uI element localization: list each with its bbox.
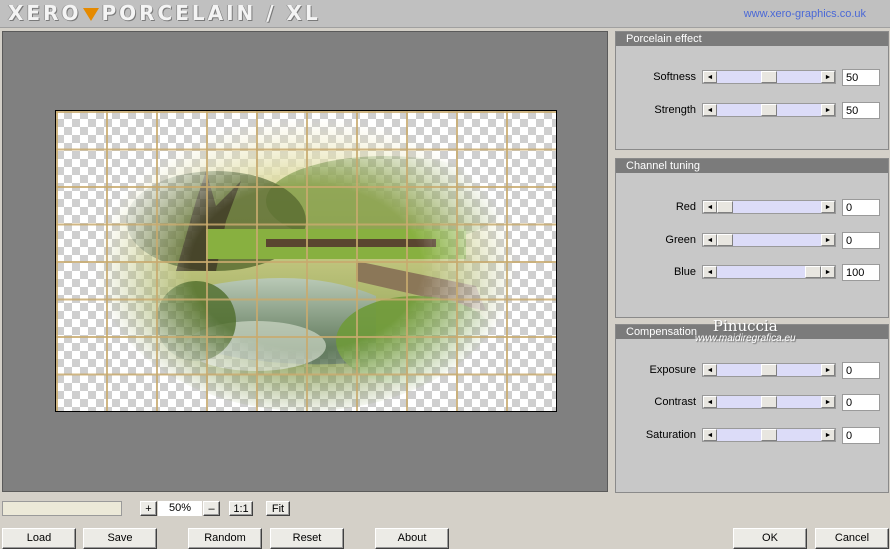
param-label: Green — [665, 234, 696, 246]
saturation-slider[interactable]: ◄ ► — [702, 428, 836, 442]
exposure-value-input[interactable] — [842, 362, 880, 379]
slider-thumb[interactable] — [761, 71, 777, 83]
param-row-red: Red ◄ ► — [616, 199, 888, 216]
exposure-slider[interactable]: ◄ ► — [702, 363, 836, 377]
param-row-blue: Blue ◄ ► — [616, 264, 888, 281]
panel-porcelain-effect: Porcelain effect Softness ◄ ► Strength ◄… — [615, 31, 889, 150]
progress-bar — [2, 501, 122, 516]
panel-title: Compensation — [616, 325, 888, 339]
preview-area[interactable] — [2, 31, 608, 492]
site-url-link[interactable]: www.xero-graphics.co.uk — [744, 8, 866, 20]
param-label: Saturation — [645, 429, 696, 441]
param-row-green: Green ◄ ► — [616, 232, 888, 249]
contrast-value-input[interactable] — [842, 394, 880, 411]
save-button[interactable]: Save — [83, 528, 157, 549]
cancel-button[interactable]: Cancel — [815, 528, 889, 549]
slider-thumb[interactable] — [717, 201, 733, 213]
panel-channel-tuning: Channel tuning Red ◄ ► Green ◄ ► Blue ◄ … — [615, 158, 889, 318]
param-label: Blue — [673, 266, 696, 278]
logo-triangle-icon — [83, 8, 100, 21]
zoom-actual-size-button[interactable]: 1:1 — [229, 501, 253, 516]
slider-right-arrow-icon[interactable]: ► — [821, 364, 835, 376]
slider-right-arrow-icon[interactable]: ► — [821, 71, 835, 83]
logo-text-left: XERO — [8, 1, 82, 25]
strength-slider[interactable]: ◄ ► — [702, 103, 836, 117]
param-label: Softness — [653, 71, 696, 83]
ok-button[interactable]: OK — [733, 528, 807, 549]
slider-left-arrow-icon[interactable]: ◄ — [703, 201, 717, 213]
reset-button[interactable]: Reset — [270, 528, 344, 549]
title-bar: XERO PORCELAIN / XL www.xero-graphics.co.… — [0, 0, 890, 28]
strength-value-input[interactable] — [842, 102, 880, 119]
param-label: Contrast — [654, 396, 696, 408]
param-row-contrast: Contrast ◄ ► — [616, 394, 888, 411]
random-button[interactable]: Random — [188, 528, 262, 549]
zoom-fit-button[interactable]: Fit — [266, 501, 290, 516]
panel-compensation: Compensation Exposure ◄ ► Contrast ◄ ► S… — [615, 324, 889, 493]
panel-title: Porcelain effect — [616, 32, 888, 46]
slider-right-arrow-icon[interactable]: ► — [821, 429, 835, 441]
zoom-in-button[interactable]: + — [140, 501, 157, 516]
slider-left-arrow-icon[interactable]: ◄ — [703, 104, 717, 116]
zoom-out-button[interactable]: – — [203, 501, 220, 516]
slider-right-arrow-icon[interactable]: ► — [821, 104, 835, 116]
param-label: Exposure — [649, 364, 696, 376]
red-value-input[interactable] — [842, 199, 880, 216]
slider-left-arrow-icon[interactable]: ◄ — [703, 364, 717, 376]
green-value-input[interactable] — [842, 232, 880, 249]
slider-left-arrow-icon[interactable]: ◄ — [703, 429, 717, 441]
slider-thumb[interactable] — [717, 234, 733, 246]
slider-thumb[interactable] — [761, 364, 777, 376]
softness-slider[interactable]: ◄ ► — [702, 70, 836, 84]
slider-right-arrow-icon[interactable]: ► — [821, 201, 835, 213]
blue-slider[interactable]: ◄ ► — [702, 265, 836, 279]
about-button[interactable]: About — [375, 528, 449, 549]
load-button[interactable]: Load — [2, 528, 76, 549]
slider-left-arrow-icon[interactable]: ◄ — [703, 71, 717, 83]
slider-thumb[interactable] — [761, 396, 777, 408]
blue-value-input[interactable] — [842, 264, 880, 281]
param-row-saturation: Saturation ◄ ► — [616, 427, 888, 444]
slider-right-arrow-icon[interactable]: ► — [821, 396, 835, 408]
app-logo: XERO PORCELAIN / XL — [8, 1, 321, 25]
saturation-value-input[interactable] — [842, 427, 880, 444]
param-row-exposure: Exposure ◄ ► — [616, 362, 888, 379]
param-label: Red — [675, 201, 696, 213]
zoom-level: 50% — [158, 501, 202, 516]
logo-text-right: PORCELAIN / XL — [101, 1, 321, 25]
green-slider[interactable]: ◄ ► — [702, 233, 836, 247]
red-slider[interactable]: ◄ ► — [702, 200, 836, 214]
preview-image — [55, 110, 557, 412]
param-row-softness: Softness ◄ ► — [616, 69, 888, 86]
softness-value-input[interactable] — [842, 69, 880, 86]
slider-thumb[interactable] — [805, 266, 821, 278]
param-label: Strength — [654, 104, 696, 116]
panel-title: Channel tuning — [616, 159, 888, 173]
param-row-strength: Strength ◄ ► — [616, 102, 888, 119]
slider-thumb[interactable] — [761, 429, 777, 441]
contrast-slider[interactable]: ◄ ► — [702, 395, 836, 409]
slider-right-arrow-icon[interactable]: ► — [821, 266, 835, 278]
slider-thumb[interactable] — [761, 104, 777, 116]
slider-left-arrow-icon[interactable]: ◄ — [703, 234, 717, 246]
slider-left-arrow-icon[interactable]: ◄ — [703, 266, 717, 278]
slider-left-arrow-icon[interactable]: ◄ — [703, 396, 717, 408]
porcelain-tile-grid — [56, 111, 556, 411]
slider-right-arrow-icon[interactable]: ► — [821, 234, 835, 246]
